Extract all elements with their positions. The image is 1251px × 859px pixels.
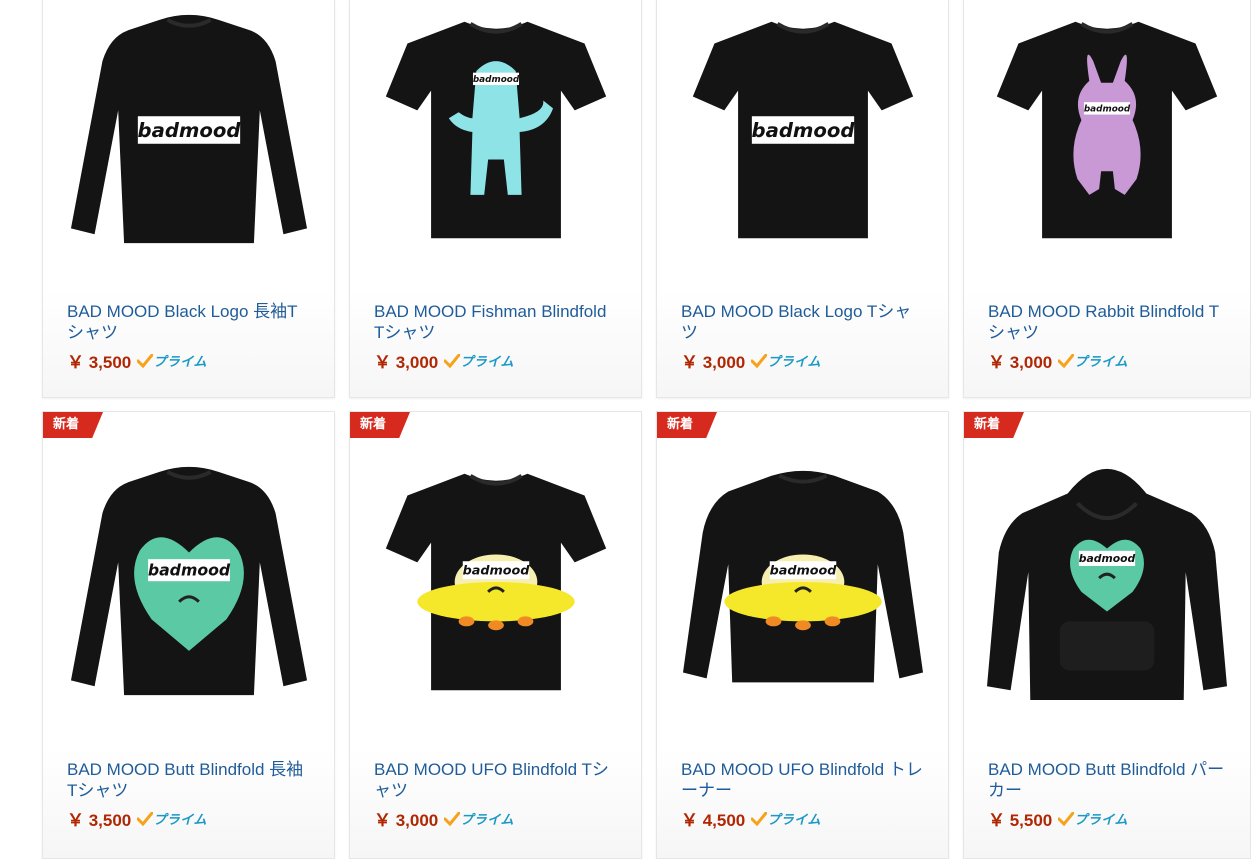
product-image[interactable]: badmood	[43, 0, 334, 270]
price-row: ￥ 3,000 プライム	[988, 348, 1226, 373]
product-card[interactable]: badmood BAD MOOD Rabbit Blindfold Tシャツ ￥…	[963, 0, 1251, 398]
prime-badge: プライム	[751, 351, 821, 370]
check-icon	[1058, 811, 1075, 826]
product-title-link[interactable]: BAD MOOD Fishman Blindfold Tシャツ	[374, 301, 617, 343]
product-card[interactable]: 新着 badmood BAD MOOD Butt Blindfold 長袖Tシャ…	[42, 411, 335, 859]
new-badge: 新着	[964, 412, 1024, 438]
price-row: ￥ 3,000 プライム	[681, 348, 924, 373]
new-badge: 新着	[657, 412, 717, 438]
svg-text:badmood: badmood	[137, 119, 241, 142]
garment-illustration: badmood	[682, 470, 923, 683]
check-icon	[444, 811, 461, 826]
new-badge: 新着	[43, 412, 103, 438]
check-icon	[137, 353, 154, 368]
svg-text:badmood: badmood	[751, 119, 855, 142]
check-icon	[137, 811, 154, 826]
price-row: ￥ 3,000 プライム	[374, 806, 617, 831]
prime-badge: プライム	[1058, 351, 1128, 370]
svg-text:badmood: badmood	[1079, 552, 1136, 565]
product-info: BAD MOOD Black Logo 長袖Tシャツ ￥ 3,500 プライム	[43, 290, 334, 397]
garment-illustration: badmood	[692, 21, 913, 239]
svg-text:badmood: badmood	[462, 564, 530, 579]
prime-label: プライム	[767, 354, 822, 369]
product-card[interactable]: badmood BAD MOOD Black Logo 長袖Tシャツ ￥ 3,5…	[42, 0, 335, 398]
prime-badge: プライム	[444, 351, 514, 370]
product-price: ￥ 5,500	[988, 811, 1053, 830]
check-icon	[751, 811, 768, 826]
check-icon	[751, 353, 768, 368]
new-badge: 新着	[350, 412, 410, 438]
product-title-link[interactable]: BAD MOOD UFO Blindfold Tシャツ	[374, 759, 617, 801]
garment-illustration: badmood	[70, 466, 307, 696]
product-title-link[interactable]: BAD MOOD Rabbit Blindfold Tシャツ	[988, 301, 1226, 343]
product-price: ￥ 3,000	[988, 353, 1053, 372]
garment-illustration: badmood	[70, 14, 307, 244]
svg-text:badmood: badmood	[1084, 104, 1131, 114]
product-info: BAD MOOD Black Logo Tシャツ ￥ 3,000 プライム	[657, 290, 948, 397]
svg-text:badmood: badmood	[472, 75, 519, 85]
price-row: ￥ 5,500 プライム	[988, 806, 1226, 831]
garment-illustration: badmood	[996, 21, 1218, 239]
product-title-link[interactable]: BAD MOOD Black Logo Tシャツ	[681, 301, 924, 343]
product-card[interactable]: 新着 badmood BAD MOOD UFO Blindfold Tシャツ ￥…	[349, 411, 642, 859]
svg-text:badmood: badmood	[147, 561, 230, 580]
product-image[interactable]: badmood	[43, 452, 334, 742]
garment-illustration: badmood	[385, 21, 606, 239]
price-row: ￥ 3,000 プライム	[374, 348, 617, 373]
prime-label: プライム	[1074, 354, 1129, 369]
price-row: ￥ 3,500 プライム	[67, 806, 310, 831]
product-title-link[interactable]: BAD MOOD UFO Blindfold トレーナー	[681, 759, 924, 801]
product-card[interactable]: 新着 badmood BAD MOOD Butt Blindfold パーカー …	[963, 411, 1251, 859]
product-price: ￥ 4,500	[681, 811, 746, 830]
prime-badge: プライム	[137, 809, 207, 828]
product-image[interactable]: badmood	[350, 0, 641, 270]
product-price: ￥ 3,000	[374, 353, 439, 372]
prime-label: プライム	[153, 354, 208, 369]
prime-badge: プライム	[1058, 809, 1128, 828]
product-title-link[interactable]: BAD MOOD Black Logo 長袖Tシャツ	[67, 301, 310, 343]
garment-illustration: badmood	[385, 473, 606, 691]
product-image[interactable]: badmood	[657, 0, 948, 270]
prime-badge: プライム	[751, 809, 821, 828]
product-price: ￥ 3,000	[374, 811, 439, 830]
product-info: BAD MOOD Butt Blindfold パーカー ￥ 5,500 プライ…	[964, 748, 1250, 858]
product-image[interactable]: badmood	[657, 452, 948, 742]
product-image[interactable]: badmood	[964, 452, 1250, 742]
check-icon	[444, 353, 461, 368]
prime-badge: プライム	[137, 351, 207, 370]
prime-label: プライム	[1074, 812, 1129, 827]
product-info: BAD MOOD UFO Blindfold Tシャツ ￥ 3,000 プライム	[350, 748, 641, 858]
product-card[interactable]: badmood BAD MOOD Black Logo Tシャツ ￥ 3,000…	[656, 0, 949, 398]
product-image[interactable]: badmood	[964, 0, 1250, 270]
product-title-link[interactable]: BAD MOOD Butt Blindfold 長袖Tシャツ	[67, 759, 310, 801]
prime-label: プライム	[153, 812, 208, 827]
product-price: ￥ 3,500	[67, 811, 132, 830]
product-info: BAD MOOD Butt Blindfold 長袖Tシャツ ￥ 3,500 プ…	[43, 748, 334, 858]
product-image[interactable]: badmood	[350, 452, 641, 742]
product-info: BAD MOOD Fishman Blindfold Tシャツ ￥ 3,000 …	[350, 290, 641, 397]
prime-badge: プライム	[444, 809, 514, 828]
garment-illustration: badmood	[987, 468, 1227, 701]
prime-label: プライム	[460, 812, 515, 827]
product-title-link[interactable]: BAD MOOD Butt Blindfold パーカー	[988, 759, 1226, 801]
product-price: ￥ 3,500	[67, 353, 132, 372]
product-card[interactable]: badmood BAD MOOD Fishman Blindfold Tシャツ …	[349, 0, 642, 398]
product-info: BAD MOOD UFO Blindfold トレーナー ￥ 4,500 プライ…	[657, 748, 948, 858]
prime-label: プライム	[767, 812, 822, 827]
product-info: BAD MOOD Rabbit Blindfold Tシャツ ￥ 3,000 プ…	[964, 290, 1250, 397]
price-row: ￥ 3,500 プライム	[67, 348, 310, 373]
check-icon	[1058, 353, 1075, 368]
product-price: ￥ 3,000	[681, 353, 746, 372]
svg-text:badmood: badmood	[769, 564, 837, 579]
prime-label: プライム	[460, 354, 515, 369]
price-row: ￥ 4,500 プライム	[681, 806, 924, 831]
product-card[interactable]: 新着 badmood BAD MOOD UFO Blindfold トレーナー …	[656, 411, 949, 859]
